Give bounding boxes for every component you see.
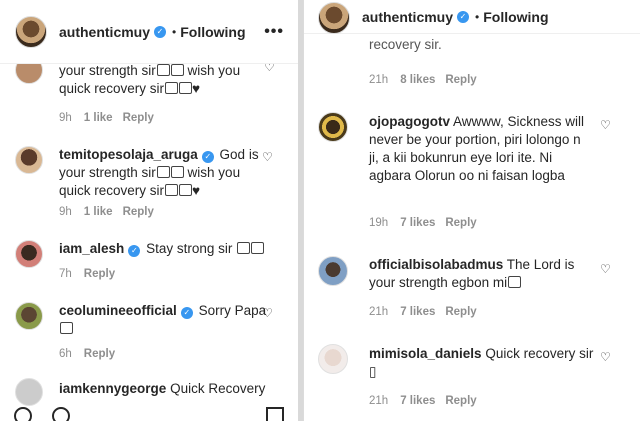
comment-meta: 21h 7 likes Reply <box>369 306 477 318</box>
separator: • <box>172 24 177 39</box>
left-comments-panel: your strength sir wish you quick recover… <box>0 0 298 421</box>
comment-likes[interactable]: 1 like <box>84 206 113 218</box>
post-header: authenticmuy ✓ • Following ••• <box>0 0 298 64</box>
avatar[interactable] <box>318 112 348 142</box>
reply-button[interactable]: Reply <box>123 206 154 218</box>
comment-time: 19h <box>369 217 389 229</box>
comment-likes[interactable]: 7 likes <box>400 217 435 229</box>
avatar[interactable] <box>318 256 348 286</box>
comment-time: 21h <box>369 395 389 407</box>
comment-icon[interactable] <box>52 407 70 421</box>
like-heart-icon[interactable]: ♡ <box>600 262 611 276</box>
verified-badge-icon: ✓ <box>180 307 193 319</box>
avatar[interactable] <box>15 302 43 330</box>
reply-button[interactable]: Reply <box>445 306 476 318</box>
verified-badge-icon: ✓ <box>201 151 214 163</box>
comment-username[interactable]: ceolumineeofficial <box>59 303 177 318</box>
comment-likes[interactable]: 8 likes <box>400 74 435 86</box>
comment-likes[interactable]: 1 like <box>84 112 113 124</box>
comment-text: ojopagogotv Awwww, Sickness will never b… <box>369 113 594 185</box>
action-bar <box>0 403 298 421</box>
avatar[interactable] <box>15 378 43 406</box>
like-heart-icon[interactable]: ♡ <box>262 150 273 164</box>
comment-text: iamkennygeorge Quick Recovery <box>59 380 289 398</box>
comment-likes[interactable]: 7 likes <box>400 306 435 318</box>
heart-icon[interactable] <box>10 403 36 421</box>
reply-button[interactable]: Reply <box>445 395 476 407</box>
comment-time: 6h <box>59 348 72 360</box>
comment-meta: 9h 1 like Reply <box>59 206 154 218</box>
comment-time: 21h <box>369 306 389 318</box>
comment-meta: 7h Reply <box>59 268 115 280</box>
comment-meta: 21h 7 likes Reply <box>369 395 477 407</box>
comment-time: 9h <box>59 206 72 218</box>
avatar[interactable] <box>15 240 43 268</box>
comment-text: recovery sir. <box>369 37 442 52</box>
post-header: authenticmuy ✓ • Following <box>304 0 640 34</box>
avatar[interactable] <box>318 344 348 374</box>
right-comments-panel: recovery sir. 21h 8 likes Reply ojopagogot… <box>303 0 640 421</box>
reply-button[interactable]: Reply <box>84 268 115 280</box>
comment-text: iam_alesh ✓ Stay strong sir <box>59 240 279 258</box>
comment-body: Sorry Papa <box>198 303 267 318</box>
like-heart-icon[interactable]: ♡ <box>600 350 611 364</box>
comment-text: mimisola_daniels Quick recovery sir ▯ <box>369 345 594 381</box>
more-options-icon[interactable]: ••• <box>264 23 284 41</box>
avatar[interactable] <box>15 15 47 48</box>
comment-username[interactable]: mimisola_daniels <box>369 346 482 361</box>
like-heart-icon[interactable]: ♡ <box>262 306 273 320</box>
header-username[interactable]: authenticmuy <box>59 24 150 40</box>
following-button[interactable]: Following <box>483 9 548 25</box>
verified-badge-icon: ✓ <box>128 245 141 257</box>
bookmark-icon[interactable] <box>266 407 284 421</box>
comment-time: 7h <box>59 268 72 280</box>
separator: • <box>475 10 480 24</box>
comment-time: 21h <box>369 74 389 86</box>
comment-username[interactable]: temitopesolaja_aruga <box>59 147 198 162</box>
comment-text: temitopesolaja_aruga ✓ God is your streng… <box>59 147 259 198</box>
avatar[interactable] <box>15 146 43 174</box>
comment-time: 9h <box>59 112 72 124</box>
avatar[interactable] <box>318 2 350 34</box>
comment-meta: 21h 8 likes Reply <box>369 74 477 86</box>
comment-text: officialbisolabadmus The Lord is your st… <box>369 256 594 292</box>
verified-badge-icon: ✓ <box>457 11 470 23</box>
comment-text: ceolumineeofficial ✓ Sorry Papa <box>59 302 269 338</box>
following-button[interactable]: Following <box>180 24 245 40</box>
comment-username[interactable]: iamkennygeorge <box>59 381 166 396</box>
comment-username[interactable]: iam_alesh <box>59 241 124 256</box>
comment-body: Quick Recovery <box>170 381 266 396</box>
comment-username[interactable]: officialbisolabadmus <box>369 257 503 272</box>
comment-username[interactable]: ojopagogotv <box>369 114 450 129</box>
reply-button[interactable]: Reply <box>445 74 476 86</box>
verified-badge-icon: ✓ <box>154 25 167 38</box>
comment-meta: 6h Reply <box>59 348 115 360</box>
comment-meta: 9h 1 like Reply <box>59 112 154 124</box>
like-heart-icon[interactable]: ♡ <box>600 118 611 132</box>
reply-button[interactable]: Reply <box>84 348 115 360</box>
comment-meta: 19h 7 likes Reply <box>369 217 477 229</box>
comment-text: your strength sir wish you quick recover… <box>59 63 241 96</box>
reply-button[interactable]: Reply <box>445 217 476 229</box>
comment-body: Stay strong sir <box>146 241 233 256</box>
reply-button[interactable]: Reply <box>123 112 154 124</box>
comment-likes[interactable]: 7 likes <box>400 395 435 407</box>
header-username[interactable]: authenticmuy <box>362 9 453 25</box>
